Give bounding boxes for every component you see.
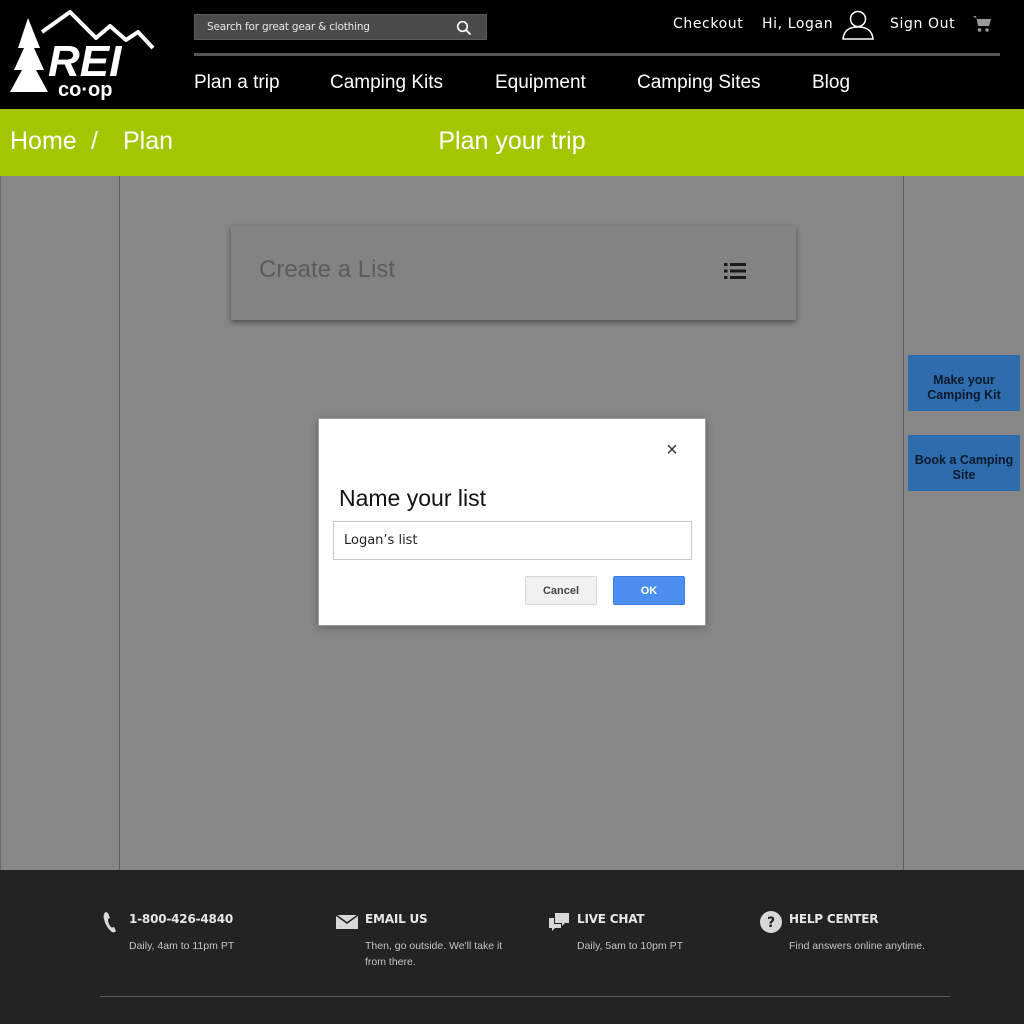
footer-help-desc: Find answers online anytime.: [789, 940, 925, 952]
page-title: Plan your trip: [438, 127, 586, 155]
account-greeting[interactable]: Hi, Logan: [762, 16, 833, 36]
header-divider: [194, 53, 1000, 56]
checkout-link[interactable]: Checkout: [673, 16, 743, 36]
nav-plan-a-trip[interactable]: Plan a trip: [194, 72, 280, 94]
search-bar[interactable]: Search for great gear & clothing: [194, 14, 487, 40]
sign-out-link[interactable]: Sign Out: [890, 16, 955, 36]
close-icon[interactable]: ×: [663, 439, 681, 461]
dialog-title: Name your list: [339, 485, 486, 511]
site-footer: 1-800-426-4840 Daily, 4am to 11pm PT EMA…: [0, 870, 1024, 1024]
mail-icon: [335, 914, 359, 929]
cart-icon[interactable]: [972, 14, 992, 34]
cancel-button[interactable]: Cancel: [525, 576, 597, 605]
svg-text:co·op: co·op: [58, 79, 112, 100]
rei-logo[interactable]: REI co·op: [10, 8, 155, 100]
footer-chat-desc: Daily, 5am to 10pm PT: [577, 940, 684, 952]
phone-icon: [103, 912, 116, 933]
name-list-dialog: × Name your list Cancel OK: [318, 418, 706, 626]
search-input[interactable]: Search for great gear & clothing: [207, 21, 370, 33]
breadcrumb: Home / Plan Plan your trip: [0, 109, 1024, 176]
nav-camping-sites[interactable]: Camping Sites: [637, 72, 761, 94]
ok-button[interactable]: OK: [613, 576, 685, 605]
right-column: [903, 176, 1024, 870]
footer-email-title[interactable]: EMAIL US: [365, 912, 428, 926]
footer-divider: [100, 996, 950, 997]
footer-phone-title[interactable]: 1-800-426-4840: [129, 912, 233, 926]
nav-equipment[interactable]: Equipment: [495, 72, 586, 94]
make-camping-kit-button[interactable]: Make your Camping Kit: [908, 355, 1020, 411]
create-list-label: Create a List: [259, 256, 396, 283]
search-icon[interactable]: [456, 20, 472, 36]
list-icon[interactable]: [724, 262, 746, 280]
footer-phone-desc: Daily, 4am to 11pm PT: [129, 940, 235, 952]
footer-chat-title[interactable]: LIVE CHAT: [577, 912, 645, 926]
create-list-card[interactable]: Create a List: [231, 226, 796, 320]
site-header: REI co·op Search for great gear & clothi…: [0, 0, 1024, 109]
footer-help-title[interactable]: HELP CENTER: [789, 912, 879, 926]
user-icon[interactable]: [841, 8, 875, 40]
nav-blog[interactable]: Blog: [812, 72, 850, 94]
nav-camping-kits[interactable]: Camping Kits: [330, 72, 443, 94]
svg-text:?: ?: [767, 915, 775, 931]
list-name-input[interactable]: [333, 521, 692, 560]
help-icon: ?: [760, 911, 782, 933]
chat-icon: [549, 913, 569, 931]
left-column: [1, 176, 120, 870]
footer-email-desc: Then, go outside. We'll take it from the…: [365, 940, 503, 968]
book-camping-site-button[interactable]: Book a Camping Site: [908, 435, 1020, 491]
